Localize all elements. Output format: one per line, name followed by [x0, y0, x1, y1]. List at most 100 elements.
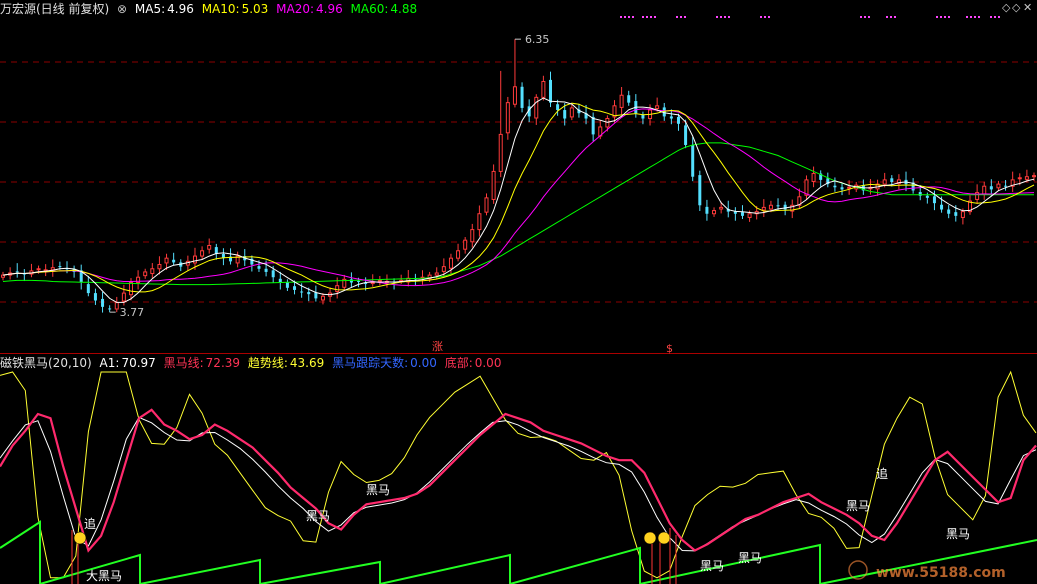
candle-body	[357, 280, 361, 282]
chart-window: 6.35 3.77 涨 $ 追大黑马 黑马 黑马 黑马 黑马 黑马追黑马 www.55188.com…	[0, 0, 1037, 584]
candle-body	[512, 86, 517, 105]
candle-body	[128, 282, 133, 296]
candle-body	[257, 266, 261, 269]
signal-dot	[864, 16, 866, 18]
signal-label: 黑马	[946, 527, 970, 541]
candle-body	[569, 107, 574, 118]
signal-dot	[990, 16, 992, 18]
candle-body	[776, 205, 780, 207]
candle-body	[36, 268, 41, 271]
ma20-line	[2, 108, 1035, 287]
signal-dot	[716, 16, 718, 18]
candle-body	[534, 96, 539, 119]
candle-body	[264, 268, 268, 272]
signal-dot	[894, 16, 896, 18]
face-icon	[643, 531, 657, 545]
candle-body	[947, 209, 951, 214]
signal-dot	[684, 16, 686, 18]
candle-body	[840, 187, 844, 190]
candle-body	[520, 86, 524, 108]
candle-body	[314, 292, 318, 299]
signal-dots	[620, 16, 1000, 18]
track-label: 黑马跟踪天数:	[332, 356, 409, 370]
candle-body	[768, 204, 773, 210]
ma20-value: 4.96	[316, 2, 343, 16]
signal-dot	[628, 16, 630, 18]
dollar-marker: $	[666, 342, 673, 355]
signal-dot	[944, 16, 946, 18]
signal-label: 追	[876, 466, 888, 481]
candle-body	[300, 291, 304, 293]
candle-body	[954, 212, 958, 216]
a1-label: A1:	[99, 356, 120, 370]
signal-label: 黑马	[366, 483, 390, 497]
signal-dot	[948, 16, 950, 18]
candle-body	[157, 264, 162, 270]
candle-body	[641, 114, 645, 119]
signal-dot	[994, 16, 996, 18]
hm-value: 72.39	[205, 356, 241, 370]
signal-dot	[890, 16, 892, 18]
ma60-value: 4.88	[390, 2, 418, 16]
candle-body	[470, 229, 475, 243]
high-annotation: 6.35	[525, 33, 550, 46]
signal-dot	[680, 16, 682, 18]
candles	[1, 39, 1036, 313]
bottom-value: 0.00	[474, 356, 502, 370]
diamond-icon[interactable]: ◇	[1002, 1, 1010, 14]
candle-body	[591, 116, 595, 135]
candle-body	[101, 298, 105, 307]
candle-body	[200, 250, 205, 257]
chart-canvas: 6.353.77涨 $追大黑马黑马黑马黑马黑马黑马追黑马www.55188.com	[0, 16, 1037, 584]
ma10-line	[2, 102, 1035, 293]
face-icon	[73, 531, 87, 545]
ma10-label: MA10:	[201, 2, 240, 16]
candle-body	[86, 284, 90, 294]
signal-dot	[642, 16, 644, 18]
signal-dot	[886, 16, 888, 18]
candle-body	[491, 170, 496, 200]
candle-body	[285, 282, 289, 288]
signal-dot	[632, 16, 634, 18]
settings-icon[interactable]: ⊗	[117, 2, 127, 16]
candle-body	[498, 133, 503, 172]
signal-dot	[654, 16, 656, 18]
candle-body	[698, 175, 702, 206]
ma60-line	[2, 142, 1034, 286]
signal-dot	[940, 16, 942, 18]
candle-body	[761, 206, 766, 211]
candle-body	[1004, 185, 1008, 187]
collapse-up-icon[interactable]: ◇	[1012, 1, 1020, 14]
candle-body	[940, 204, 944, 210]
signal-dot	[764, 16, 766, 18]
candle-body	[740, 212, 744, 216]
watermark-text: www.55188.com	[876, 565, 1006, 581]
signal-dot	[676, 16, 678, 18]
signal-dot	[936, 16, 938, 18]
signal-dot	[728, 16, 730, 18]
candle-body	[121, 292, 126, 302]
signal-dot	[624, 16, 626, 18]
candle-body	[463, 239, 468, 250]
candle-body	[747, 213, 752, 218]
candle-body	[684, 125, 688, 145]
signal-label: 大黑马	[86, 569, 122, 583]
close-icon[interactable]: ✕	[1023, 1, 1032, 14]
candle-body	[1024, 176, 1029, 180]
signal-label: 黑马	[700, 559, 724, 573]
candle-body	[1032, 175, 1036, 178]
a1-line	[0, 416, 1037, 552]
candle-body	[619, 94, 624, 108]
candle-body	[484, 197, 489, 213]
candle-body	[448, 257, 453, 269]
candle-body	[192, 255, 197, 264]
candle-body	[271, 270, 275, 278]
ma10-value: 5.03	[241, 2, 269, 16]
signal-dot	[760, 16, 762, 18]
signal-dot	[720, 16, 722, 18]
candle-body	[960, 211, 965, 218]
bottom-spikes	[71, 528, 677, 584]
candle-body	[456, 250, 461, 259]
signal-dot	[860, 16, 862, 18]
indicator-header: 磁铁黑马(20,10) A1: 70.97 黑马线: 72.39 趋势线: 43.69…	[0, 354, 505, 372]
